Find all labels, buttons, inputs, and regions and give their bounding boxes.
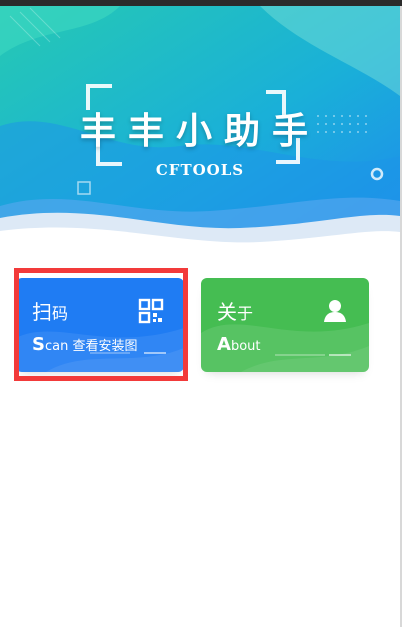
card-divider-accent (329, 354, 351, 356)
about-title-small: 于 (237, 304, 254, 323)
about-card[interactable]: 关于 About (201, 278, 369, 372)
about-sub-text: bout (230, 339, 261, 354)
about-title-main: 关 (217, 300, 237, 324)
hero-banner: 丰丰小助手 CFTOOLS (0, 6, 400, 258)
selection-highlight-box (14, 268, 188, 381)
card-divider-line (275, 354, 325, 356)
user-icon (323, 298, 347, 326)
app-title: 丰丰小助手 (79, 111, 320, 152)
app-subtitle: CFTOOLS (155, 161, 245, 179)
about-card-title: 关于 (217, 296, 253, 325)
about-sub-initial: A (217, 334, 231, 355)
about-card-subtitle: About (217, 334, 260, 355)
